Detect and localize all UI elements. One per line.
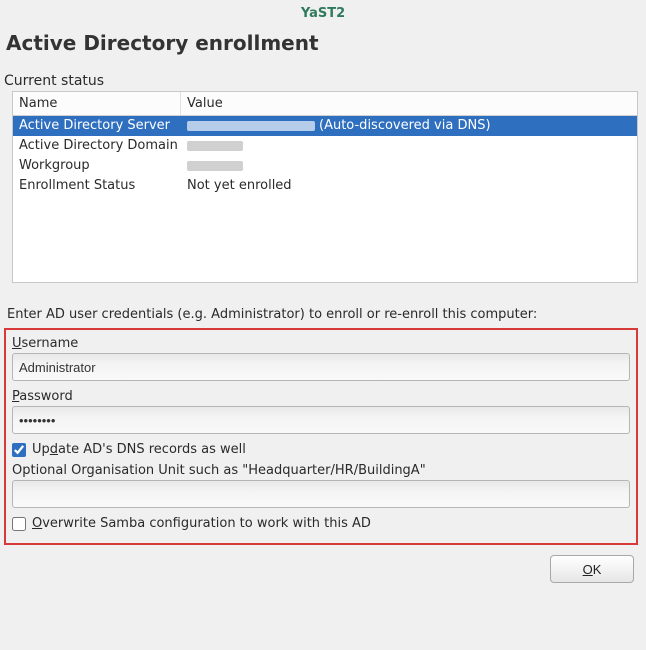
table-row[interactable]: Active Directory Domain: [13, 136, 637, 156]
column-name[interactable]: Name: [13, 92, 181, 115]
overwrite-samba-label[interactable]: Overwrite Samba configuration to work wi…: [32, 516, 371, 531]
status-table: Name Value Active Directory Server (Auto…: [12, 91, 638, 283]
dialog-button-row: OK: [4, 545, 642, 583]
yast-window: YaST2 Active Directory enrollment Curren…: [0, 0, 646, 593]
row-value: [181, 161, 637, 171]
row-name: Active Directory Domain: [13, 136, 181, 156]
page-title: Active Directory enrollment: [4, 25, 642, 73]
column-value[interactable]: Value: [181, 92, 637, 115]
username-input[interactable]: [12, 353, 630, 381]
update-dns-row[interactable]: Update AD's DNS records as well: [12, 434, 630, 461]
ou-label: Optional Organisation Unit such as "Head…: [12, 461, 630, 480]
credentials-panel: Username Password Update AD's DNS record…: [4, 328, 638, 545]
password-label: Password: [12, 387, 630, 406]
row-value: Not yet enrolled: [181, 176, 637, 196]
current-status-label: Current status: [4, 73, 642, 91]
overwrite-samba-checkbox[interactable]: [12, 517, 26, 531]
redacted-value: [187, 161, 243, 171]
username-label: Username: [12, 334, 630, 353]
table-row[interactable]: Workgroup: [13, 156, 637, 176]
table-row[interactable]: Active Directory Server (Auto-discovered…: [13, 116, 637, 136]
redacted-value: [187, 141, 243, 151]
row-value: (Auto-discovered via DNS): [181, 116, 637, 136]
ou-input[interactable]: [12, 480, 630, 508]
overwrite-samba-row[interactable]: Overwrite Samba configuration to work wi…: [12, 508, 630, 535]
credentials-instruction: Enter AD user credentials (e.g. Administ…: [4, 285, 642, 328]
row-name: Enrollment Status: [13, 176, 181, 196]
table-row[interactable]: Enrollment StatusNot yet enrolled: [13, 176, 637, 196]
update-dns-label[interactable]: Update AD's DNS records as well: [32, 442, 246, 457]
redacted-value: [187, 121, 315, 131]
password-input[interactable]: [12, 406, 630, 434]
window-title: YaST2: [4, 0, 642, 25]
update-dns-checkbox[interactable]: [12, 443, 26, 457]
row-name: Active Directory Server: [13, 116, 181, 136]
ok-button[interactable]: OK: [550, 555, 634, 583]
row-value: [181, 141, 637, 151]
table-header: Name Value: [13, 92, 637, 116]
row-name: Workgroup: [13, 156, 181, 176]
